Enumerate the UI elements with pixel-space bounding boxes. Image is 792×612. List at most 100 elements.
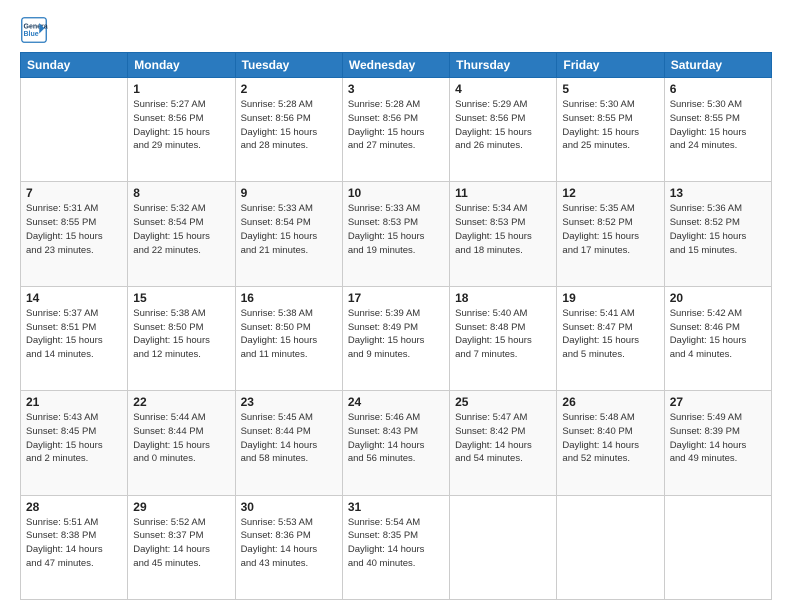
day-info: Sunrise: 5:52 AM Sunset: 8:37 PM Dayligh… — [133, 516, 229, 571]
day-header-saturday: Saturday — [664, 53, 771, 78]
day-info: Sunrise: 5:28 AM Sunset: 8:56 PM Dayligh… — [348, 98, 444, 153]
day-header-thursday: Thursday — [450, 53, 557, 78]
day-info: Sunrise: 5:32 AM Sunset: 8:54 PM Dayligh… — [133, 202, 229, 257]
calendar-cell: 7 Sunrise: 5:31 AM Sunset: 8:55 PM Daylig… — [21, 182, 128, 286]
calendar-cell: 3 Sunrise: 5:28 AM Sunset: 8:56 PM Daylig… — [342, 78, 449, 182]
day-info: Sunrise: 5:34 AM Sunset: 8:53 PM Dayligh… — [455, 202, 551, 257]
calendar-week-1: 1 Sunrise: 5:27 AM Sunset: 8:56 PM Daylig… — [21, 78, 772, 182]
day-info: Sunrise: 5:30 AM Sunset: 8:55 PM Dayligh… — [562, 98, 658, 153]
day-info: Sunrise: 5:41 AM Sunset: 8:47 PM Dayligh… — [562, 307, 658, 362]
day-number: 21 — [26, 395, 122, 409]
calendar-cell: 19 Sunrise: 5:41 AM Sunset: 8:47 PM Dayli… — [557, 286, 664, 390]
calendar-cell: 24 Sunrise: 5:46 AM Sunset: 8:43 PM Dayli… — [342, 391, 449, 495]
calendar-table: SundayMondayTuesdayWednesdayThursdayFrid… — [20, 52, 772, 600]
day-number: 30 — [241, 500, 337, 514]
calendar-cell — [557, 495, 664, 599]
calendar-cell: 30 Sunrise: 5:53 AM Sunset: 8:36 PM Dayli… — [235, 495, 342, 599]
calendar-cell: 11 Sunrise: 5:34 AM Sunset: 8:53 PM Dayli… — [450, 182, 557, 286]
calendar-cell: 5 Sunrise: 5:30 AM Sunset: 8:55 PM Daylig… — [557, 78, 664, 182]
day-info: Sunrise: 5:35 AM Sunset: 8:52 PM Dayligh… — [562, 202, 658, 257]
day-number: 26 — [562, 395, 658, 409]
calendar-cell: 12 Sunrise: 5:35 AM Sunset: 8:52 PM Dayli… — [557, 182, 664, 286]
day-number: 13 — [670, 186, 766, 200]
day-header-wednesday: Wednesday — [342, 53, 449, 78]
day-number: 9 — [241, 186, 337, 200]
calendar-cell — [21, 78, 128, 182]
calendar-cell: 10 Sunrise: 5:33 AM Sunset: 8:53 PM Dayli… — [342, 182, 449, 286]
calendar-cell: 6Sunrise: 5:30 AM Sunset: 8:55 PM Daylig… — [664, 78, 771, 182]
day-header-sunday: Sunday — [21, 53, 128, 78]
calendar-cell — [450, 495, 557, 599]
day-number: 31 — [348, 500, 444, 514]
day-number: 16 — [241, 291, 337, 305]
day-number: 8 — [133, 186, 229, 200]
calendar-cell: 29 Sunrise: 5:52 AM Sunset: 8:37 PM Dayli… — [128, 495, 235, 599]
day-header-monday: Monday — [128, 53, 235, 78]
calendar-cell: 25 Sunrise: 5:47 AM Sunset: 8:42 PM Dayli… — [450, 391, 557, 495]
day-number: 25 — [455, 395, 551, 409]
day-number: 23 — [241, 395, 337, 409]
page: General Blue SundayMondayTuesdayWednesda… — [0, 0, 792, 612]
day-info: Sunrise: 5:46 AM Sunset: 8:43 PM Dayligh… — [348, 411, 444, 466]
day-info: Sunrise: 5:38 AM Sunset: 8:50 PM Dayligh… — [133, 307, 229, 362]
day-number: 7 — [26, 186, 122, 200]
calendar-week-2: 7 Sunrise: 5:31 AM Sunset: 8:55 PM Daylig… — [21, 182, 772, 286]
day-info: Sunrise: 5:53 AM Sunset: 8:36 PM Dayligh… — [241, 516, 337, 571]
day-info: Sunrise: 5:43 AM Sunset: 8:45 PM Dayligh… — [26, 411, 122, 466]
day-number: 18 — [455, 291, 551, 305]
day-number: 1 — [133, 82, 229, 96]
calendar-cell: 8 Sunrise: 5:32 AM Sunset: 8:54 PM Daylig… — [128, 182, 235, 286]
day-info: Sunrise: 5:30 AM Sunset: 8:55 PM Dayligh… — [670, 98, 766, 153]
header: General Blue — [20, 16, 772, 44]
calendar-week-4: 21 Sunrise: 5:43 AM Sunset: 8:45 PM Dayli… — [21, 391, 772, 495]
calendar-header-row: SundayMondayTuesdayWednesdayThursdayFrid… — [21, 53, 772, 78]
calendar-cell: 4Sunrise: 5:29 AM Sunset: 8:56 PM Daylig… — [450, 78, 557, 182]
day-number: 19 — [562, 291, 658, 305]
day-info: Sunrise: 5:38 AM Sunset: 8:50 PM Dayligh… — [241, 307, 337, 362]
calendar-week-3: 14Sunrise: 5:37 AM Sunset: 8:51 PM Dayli… — [21, 286, 772, 390]
calendar-cell: 14Sunrise: 5:37 AM Sunset: 8:51 PM Dayli… — [21, 286, 128, 390]
calendar-cell: 28 Sunrise: 5:51 AM Sunset: 8:38 PM Dayli… — [21, 495, 128, 599]
logo: General Blue — [20, 16, 52, 44]
day-number: 15 — [133, 291, 229, 305]
day-info: Sunrise: 5:40 AM Sunset: 8:48 PM Dayligh… — [455, 307, 551, 362]
calendar-cell: 31Sunrise: 5:54 AM Sunset: 8:35 PM Dayli… — [342, 495, 449, 599]
day-info: Sunrise: 5:28 AM Sunset: 8:56 PM Dayligh… — [241, 98, 337, 153]
calendar-cell: 16 Sunrise: 5:38 AM Sunset: 8:50 PM Dayli… — [235, 286, 342, 390]
day-info: Sunrise: 5:39 AM Sunset: 8:49 PM Dayligh… — [348, 307, 444, 362]
day-number: 5 — [562, 82, 658, 96]
day-number: 12 — [562, 186, 658, 200]
calendar-cell: 1 Sunrise: 5:27 AM Sunset: 8:56 PM Daylig… — [128, 78, 235, 182]
calendar-cell: 13Sunrise: 5:36 AM Sunset: 8:52 PM Dayli… — [664, 182, 771, 286]
day-number: 3 — [348, 82, 444, 96]
day-info: Sunrise: 5:37 AM Sunset: 8:51 PM Dayligh… — [26, 307, 122, 362]
calendar-cell: 26 Sunrise: 5:48 AM Sunset: 8:40 PM Dayli… — [557, 391, 664, 495]
calendar-cell: 20 Sunrise: 5:42 AM Sunset: 8:46 PM Dayli… — [664, 286, 771, 390]
day-number: 2 — [241, 82, 337, 96]
calendar-cell: 18 Sunrise: 5:40 AM Sunset: 8:48 PM Dayli… — [450, 286, 557, 390]
day-number: 10 — [348, 186, 444, 200]
day-number: 17 — [348, 291, 444, 305]
svg-text:Blue: Blue — [24, 31, 39, 38]
calendar-cell: 17 Sunrise: 5:39 AM Sunset: 8:49 PM Dayli… — [342, 286, 449, 390]
day-info: Sunrise: 5:31 AM Sunset: 8:55 PM Dayligh… — [26, 202, 122, 257]
day-info: Sunrise: 5:51 AM Sunset: 8:38 PM Dayligh… — [26, 516, 122, 571]
day-number: 28 — [26, 500, 122, 514]
day-number: 20 — [670, 291, 766, 305]
calendar-cell: 15 Sunrise: 5:38 AM Sunset: 8:50 PM Dayli… — [128, 286, 235, 390]
day-number: 29 — [133, 500, 229, 514]
day-number: 22 — [133, 395, 229, 409]
day-info: Sunrise: 5:33 AM Sunset: 8:54 PM Dayligh… — [241, 202, 337, 257]
calendar-cell: 2 Sunrise: 5:28 AM Sunset: 8:56 PM Daylig… — [235, 78, 342, 182]
day-info: Sunrise: 5:44 AM Sunset: 8:44 PM Dayligh… — [133, 411, 229, 466]
day-info: Sunrise: 5:33 AM Sunset: 8:53 PM Dayligh… — [348, 202, 444, 257]
day-info: Sunrise: 5:47 AM Sunset: 8:42 PM Dayligh… — [455, 411, 551, 466]
day-info: Sunrise: 5:48 AM Sunset: 8:40 PM Dayligh… — [562, 411, 658, 466]
calendar-cell: 27Sunrise: 5:49 AM Sunset: 8:39 PM Dayli… — [664, 391, 771, 495]
day-number: 24 — [348, 395, 444, 409]
day-number: 4 — [455, 82, 551, 96]
day-info: Sunrise: 5:42 AM Sunset: 8:46 PM Dayligh… — [670, 307, 766, 362]
day-info: Sunrise: 5:27 AM Sunset: 8:56 PM Dayligh… — [133, 98, 229, 153]
day-number: 11 — [455, 186, 551, 200]
calendar-cell: 9 Sunrise: 5:33 AM Sunset: 8:54 PM Daylig… — [235, 182, 342, 286]
